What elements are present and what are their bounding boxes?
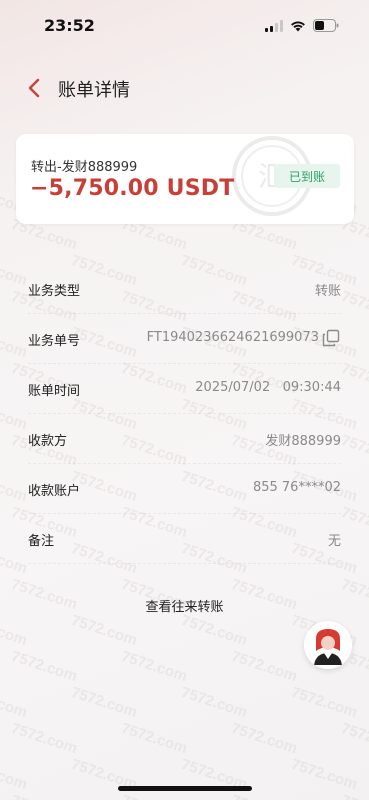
detail-label: 业务单号 — [28, 334, 81, 349]
watermark-text: 7572.com — [179, 683, 250, 722]
status-badge: 已到账 — [274, 164, 340, 188]
transaction-summary-card: 汇 转出-发财888999 −5,750.00 USDT 已到账 — [16, 134, 354, 224]
watermark-text: 7572.com — [119, 792, 189, 800]
watermark-text: 7572.com — [69, 683, 140, 722]
status-bar: 23:52 — [0, 0, 369, 52]
detail-row-business-type: 业务类型 转账 — [28, 264, 341, 314]
watermark-text: 7572.com — [0, 755, 30, 794]
detail-value: 转账 — [314, 284, 341, 299]
watermark-text: 7572.com — [339, 792, 369, 800]
order-number-value: FT1940236624621699073 — [146, 330, 319, 345]
detail-row-payee-account: 收款账户 855 76****02 — [28, 464, 341, 514]
detail-label: 备注 — [28, 534, 55, 549]
watermark-text: 7572.com — [339, 719, 369, 758]
home-indicator — [118, 786, 252, 791]
detail-row-bill-time: 账单时间 2025/07/02 09:30:44 — [28, 364, 341, 414]
detail-value: 发财888999 — [265, 434, 341, 449]
watermark-text: 7572.com — [69, 611, 140, 650]
status-icons — [265, 19, 339, 32]
cellular-signal-icon — [265, 19, 283, 32]
header: 账单详情 — [0, 68, 369, 108]
detail-value: 无 — [327, 534, 341, 549]
watermark-text: 7572.com — [229, 719, 300, 758]
status-time: 23:52 — [44, 16, 95, 35]
watermark-text: 7572.com — [0, 683, 30, 722]
customer-service-avatar-button[interactable] — [304, 621, 352, 669]
detail-label: 收款账户 — [28, 484, 81, 499]
page-title: 账单详情 — [58, 80, 130, 101]
watermark-text: 7572.com — [9, 719, 80, 758]
battery-icon — [313, 19, 339, 32]
watermark-text: 7572.com — [9, 792, 79, 800]
transaction-amount: −5,750.00 USDT — [30, 176, 235, 201]
detail-value: 855 76****02 — [252, 480, 341, 495]
detail-row-order-number: 业务单号 FT1940236624621699073 — [28, 314, 341, 364]
avatar-icon — [304, 621, 352, 669]
back-button[interactable] — [24, 74, 48, 102]
chevron-left-icon — [28, 78, 40, 98]
watermark-text: 7572.com — [119, 647, 190, 686]
watermark-text: 7572.com — [9, 647, 80, 686]
watermark-text: 7572.com — [119, 719, 190, 758]
detail-label: 收款方 — [28, 434, 68, 449]
watermark-text: 7572.com — [229, 792, 299, 800]
watermark-text: 7572.com — [179, 611, 250, 650]
watermark-text: 7572.com — [289, 683, 360, 722]
wifi-icon — [291, 20, 305, 31]
details-list: 业务类型 转账 业务单号 FT1940236624621699073 账单时间 … — [0, 264, 369, 564]
detail-row-remark: 备注 无 — [28, 514, 341, 564]
detail-label: 业务类型 — [28, 284, 81, 299]
detail-row-payee: 收款方 发财888999 — [28, 414, 341, 464]
transaction-subtitle: 转出-发财888999 — [31, 160, 138, 175]
view-transfers-link[interactable]: 查看往来转账 — [0, 596, 369, 615]
copy-icon[interactable] — [321, 328, 341, 348]
watermark-text: 7572.com — [229, 647, 300, 686]
watermark-text: 7572.com — [0, 611, 30, 650]
detail-label: 账单时间 — [28, 384, 81, 399]
detail-value: 2025/07/02 09:30:44 — [195, 380, 341, 395]
watermark-text: 7572.com — [289, 755, 360, 794]
